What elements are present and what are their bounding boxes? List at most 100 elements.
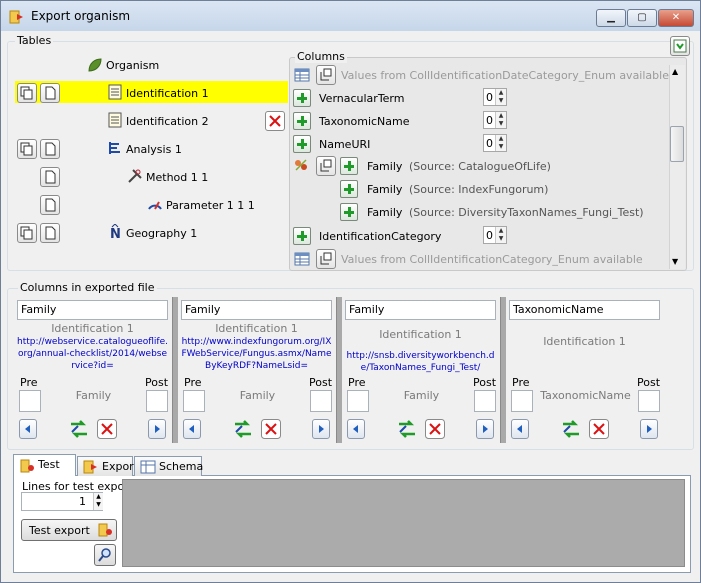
remove-column-icon[interactable] xyxy=(589,419,609,439)
pre-field-1[interactable] xyxy=(19,390,41,412)
document-button-parameter-1-1-1[interactable] xyxy=(40,195,60,215)
move-right-button-4[interactable] xyxy=(640,419,658,439)
add-column-family-dtn-button[interactable] xyxy=(340,203,358,221)
test-output-area[interactable] xyxy=(122,479,685,567)
arrow-right-icon xyxy=(483,425,488,433)
export-column-table-3: Identification 1 xyxy=(379,328,462,341)
arrow-left-icon xyxy=(25,425,30,433)
post-field-1[interactable] xyxy=(146,390,168,412)
export-column-url-1[interactable]: http://webservice.catalogueoflife.org/an… xyxy=(17,336,168,372)
tree-item-parameter-1-1-1[interactable]: Parameter 1 1 1 xyxy=(166,199,255,212)
copy-icon xyxy=(20,86,33,100)
copy-table-button-identification-1[interactable] xyxy=(17,83,37,103)
pre-field-3[interactable] xyxy=(347,390,369,412)
transfer-icon[interactable] xyxy=(232,418,254,440)
stepper-arrows[interactable]: ▲ ▼ xyxy=(495,89,506,105)
move-right-button-2[interactable] xyxy=(312,419,330,439)
copy-table-button-analysis-1[interactable] xyxy=(17,139,37,159)
post-field-4[interactable] xyxy=(638,390,660,412)
link-icon xyxy=(320,159,332,172)
vernacular-term-count-stepper[interactable]: 0 ▲ ▼ xyxy=(483,88,507,106)
minimize-button[interactable]: ▁ xyxy=(596,9,626,27)
export-column-name-field-1[interactable]: Family xyxy=(17,300,168,320)
tree-item-identification-2[interactable]: Identification 2 xyxy=(126,115,209,128)
add-column-name-uri-button[interactable] xyxy=(293,135,311,153)
test-icon xyxy=(20,459,34,473)
remove-identification-2-button[interactable] xyxy=(265,111,285,131)
transfer-icon[interactable] xyxy=(68,418,90,440)
pre-field-2[interactable] xyxy=(183,390,205,412)
close-button[interactable]: ✕ xyxy=(658,9,694,27)
document-icon xyxy=(45,198,56,212)
pre-field-4[interactable] xyxy=(511,390,533,412)
enum-info-identification-category: Values from CollIdentificationCategory_E… xyxy=(341,253,643,266)
tab-export[interactable]: Export xyxy=(77,456,138,476)
add-column-family-if-button[interactable] xyxy=(340,180,358,198)
export-column-source-2: Family xyxy=(239,389,276,402)
move-left-button-4[interactable] xyxy=(511,419,529,439)
document-button-analysis-1[interactable] xyxy=(40,139,60,159)
copy-table-button-geography-1[interactable] xyxy=(17,223,37,243)
document-button-identification-1[interactable] xyxy=(40,83,60,103)
view-test-result-button[interactable] xyxy=(94,544,116,566)
tree-item-geography-1[interactable]: Geography 1 xyxy=(126,227,197,240)
export-column-url-3[interactable]: http://snsb.diversityworkbench.de/TaxonN… xyxy=(345,350,496,374)
add-column-vernacular-term-button[interactable] xyxy=(293,89,311,107)
column-separator-2[interactable] xyxy=(336,297,342,443)
export-column-name-field-3[interactable]: Family xyxy=(345,300,496,320)
move-right-button-1[interactable] xyxy=(148,419,166,439)
enum-table-icon xyxy=(294,68,310,82)
export-column-url-2[interactable]: http://www.indexfungorum.org/IXFWebServi… xyxy=(181,336,332,372)
stepper-value: 0 xyxy=(486,114,493,127)
link-button-family-col[interactable] xyxy=(316,156,336,176)
tab-test[interactable]: Test xyxy=(13,454,76,476)
remove-column-icon[interactable] xyxy=(425,419,445,439)
move-right-button-3[interactable] xyxy=(476,419,494,439)
add-column-family-col-button[interactable] xyxy=(340,157,358,175)
add-column-taxonomic-name-button[interactable] xyxy=(293,112,311,130)
add-column-identification-category-button[interactable] xyxy=(293,227,311,245)
remove-column-icon[interactable] xyxy=(261,419,281,439)
document-button-method-1-1[interactable] xyxy=(40,167,60,187)
link-enum-button-date-category[interactable] xyxy=(316,65,336,85)
post-field-2[interactable] xyxy=(310,390,332,412)
lines-for-test-export-input[interactable]: 1 xyxy=(21,492,103,511)
move-left-button-3[interactable] xyxy=(347,419,365,439)
export-column-name-field-4[interactable]: TaxonomicName xyxy=(509,300,660,320)
identification-category-count-stepper[interactable]: 0 ▲ ▼ xyxy=(483,226,507,244)
export-file-button[interactable] xyxy=(670,36,690,56)
save-export-icon xyxy=(673,39,687,53)
document-icon xyxy=(45,226,56,240)
transfer-icon[interactable] xyxy=(560,418,582,440)
name-uri-count-stepper[interactable]: 0 ▲ ▼ xyxy=(483,134,507,152)
scroll-thumb[interactable] xyxy=(670,126,684,162)
tree-item-identification-1[interactable]: Identification 1 xyxy=(126,87,209,100)
post-field-3[interactable] xyxy=(474,390,496,412)
document-button-geography-1[interactable] xyxy=(40,223,60,243)
link-enum-button-identification-category[interactable] xyxy=(316,249,336,269)
remove-column-icon[interactable] xyxy=(97,419,117,439)
tree-item-analysis-1[interactable]: Analysis 1 xyxy=(126,143,182,156)
tree-item-method-1-1[interactable]: Method 1 1 xyxy=(146,171,208,184)
tree-item-organism[interactable]: Organism xyxy=(106,59,159,72)
scroll-down-arrow[interactable]: ▼ xyxy=(672,257,678,266)
export-column-name-field-2[interactable]: Family xyxy=(181,300,332,320)
tables-group-label: Tables xyxy=(15,34,54,47)
stepper-arrows[interactable]: ▲ ▼ xyxy=(495,135,506,151)
lines-stepper-arrows[interactable]: ▲ ▼ xyxy=(93,493,103,510)
scroll-up-arrow[interactable]: ▲ xyxy=(672,67,678,76)
transfer-icon[interactable] xyxy=(396,418,418,440)
move-left-button-2[interactable] xyxy=(183,419,201,439)
stepper-arrows[interactable]: ▲ ▼ xyxy=(495,112,506,128)
stepper-arrows[interactable]: ▲ ▼ xyxy=(495,227,506,243)
maximize-button[interactable]: ▢ xyxy=(627,9,657,27)
column-separator-1[interactable] xyxy=(172,297,178,443)
arrow-right-icon xyxy=(155,425,160,433)
column-separator-3[interactable] xyxy=(500,297,506,443)
move-left-button-1[interactable] xyxy=(19,419,37,439)
columns-scrollbar[interactable] xyxy=(669,65,685,269)
taxonomic-name-count-stepper[interactable]: 0 ▲ ▼ xyxy=(483,111,507,129)
test-export-button[interactable]: Test export xyxy=(21,519,117,541)
column-family-catalogue-of-life: Family xyxy=(367,160,403,173)
tab-schema[interactable]: Schema xyxy=(134,456,203,476)
